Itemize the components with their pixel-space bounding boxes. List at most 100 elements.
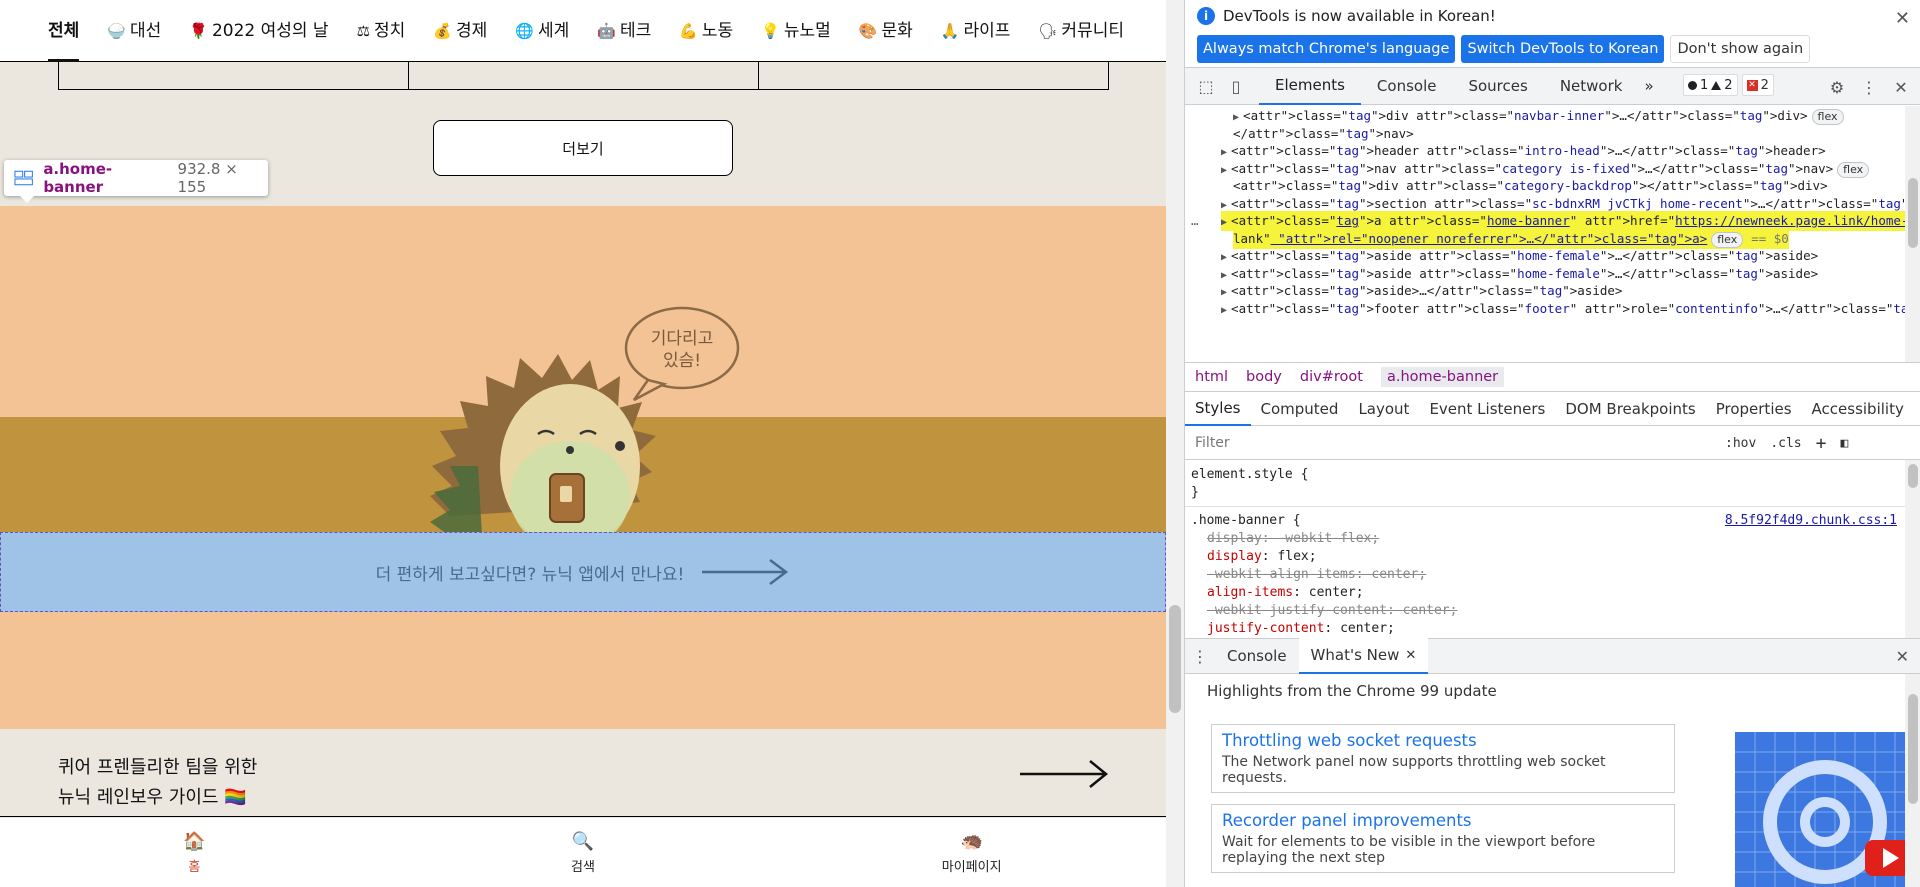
category-tab[interactable]: 💪 노동: [679, 0, 733, 62]
dont-show-again-button[interactable]: Don't show again: [1670, 35, 1811, 63]
tooltip-size: 932.8 × 155: [177, 160, 238, 196]
drawer-menu-icon[interactable]: ⋮: [1185, 647, 1215, 666]
close-tab-icon[interactable]: ✕: [1405, 648, 1416, 663]
category-tab[interactable]: 💰 경제: [433, 0, 487, 62]
expand-triangle-icon[interactable]: ▶: [1221, 305, 1227, 316]
devtools-tab[interactable]: Sources: [1452, 68, 1543, 105]
card-title[interactable]: Recorder panel improvements: [1222, 811, 1664, 830]
elements-subtab[interactable]: Styles: [1185, 392, 1251, 426]
bottom-nav-item[interactable]: 🔍 검색: [389, 818, 778, 887]
drawer-scrollbar[interactable]: [1905, 674, 1920, 887]
expand-triangle-icon[interactable]: ▶: [1221, 200, 1227, 211]
elements-subtab[interactable]: Accessibility: [1802, 392, 1914, 426]
new-rule-button[interactable]: +: [1816, 433, 1827, 454]
category-tab[interactable]: 🌐 세계: [515, 0, 569, 62]
styles-filter-bar: Filter :hov .cls + ◧: [1185, 427, 1920, 460]
hov-toggle[interactable]: :hov: [1725, 436, 1756, 451]
nav-label: 검색: [571, 859, 595, 875]
expand-triangle-icon[interactable]: ▶: [1221, 165, 1227, 176]
css-declaration[interactable]: display: -webkit-flex;: [1207, 530, 1379, 548]
drawer-tabbar: ⋮ Console What's New ✕ ✕: [1185, 638, 1920, 674]
category-tab[interactable]: 🗣 커뮤니티: [1038, 0, 1124, 62]
breadcrumb-item[interactable]: div#root: [1300, 369, 1363, 385]
expand-triangle-icon[interactable]: ▶: [1233, 112, 1239, 123]
devtools-tab[interactable]: Console: [1361, 68, 1453, 105]
more-tabs-button[interactable]: »: [1638, 68, 1659, 105]
dom-scrollbar[interactable]: [1905, 106, 1920, 362]
element-style-rule[interactable]: element.style {: [1191, 466, 1308, 484]
category-tab[interactable]: 🎨 문화: [859, 0, 913, 62]
category-label: 노동: [701, 20, 734, 41]
elements-subtab[interactable]: Event Listeners: [1419, 392, 1555, 426]
drawer-tab[interactable]: Console: [1215, 638, 1299, 674]
css-declaration[interactable]: -webkit-align-items: center;: [1207, 566, 1426, 584]
category-tab[interactable]: 🌹 2022 여성의 날: [189, 0, 328, 62]
rainbow-line-1: 퀴어 프렌들리한 팀을 위한: [58, 757, 258, 778]
elements-subtab[interactable]: Computed: [1251, 392, 1349, 426]
css-declaration[interactable]: -webkit-justify-content: center;: [1207, 602, 1457, 620]
css-declaration[interactable]: display: flex;: [1207, 548, 1317, 566]
banner-cta[interactable]: 더 편하게 보고싶다면? 뉴닉 앱에서 만나요!: [0, 532, 1166, 612]
whats-new-heading: Highlights from the Chrome 99 update: [1207, 682, 1497, 700]
category-tab[interactable]: 전체: [48, 0, 80, 62]
card-title[interactable]: Throttling web socket requests: [1222, 731, 1664, 750]
breadcrumb-item[interactable]: html: [1195, 369, 1228, 385]
flex-badge[interactable]: flex: [1811, 109, 1844, 125]
filter-input[interactable]: Filter: [1195, 435, 1725, 451]
bottom-nav-item[interactable]: 🏠 홈: [0, 818, 389, 887]
category-tab[interactable]: ⚖ 정치: [357, 0, 406, 62]
elements-subtab[interactable]: DOM Breakpoints: [1555, 392, 1705, 426]
breadcrumb-item[interactable]: a.home-banner: [1380, 367, 1505, 387]
node-menu-dots[interactable]: …: [1191, 211, 1199, 231]
css-declaration[interactable]: justify-content: center;: [1207, 620, 1395, 638]
match-language-button[interactable]: Always match Chrome's language: [1197, 35, 1456, 63]
nav-label: 마이페이지: [941, 859, 1002, 875]
category-label: 대선: [129, 20, 162, 41]
device-toolbar-icon[interactable]: ▯: [1221, 71, 1251, 101]
flex-grid-icon: [14, 170, 33, 186]
whats-new-card[interactable]: Throttling web socket requests The Netwo…: [1211, 724, 1675, 793]
error-count-badge[interactable]: ✕ 2: [1741, 74, 1774, 96]
computed-sidebar-icon[interactable]: ◧: [1840, 436, 1848, 451]
close-devtools-icon[interactable]: ✕: [1886, 72, 1916, 102]
expand-triangle-icon[interactable]: ▶: [1221, 270, 1227, 281]
category-label: 테크: [619, 20, 652, 41]
more-button[interactable]: 더보기: [433, 120, 733, 176]
category-tab[interactable]: 🙏 라이프: [941, 0, 1011, 62]
rule-selector[interactable]: .home-banner {: [1191, 512, 1301, 530]
close-icon[interactable]: ✕: [1895, 8, 1910, 29]
switch-korean-button[interactable]: Switch DevTools to Korean: [1461, 35, 1665, 63]
css-declaration[interactable]: align-items: center;: [1207, 584, 1364, 602]
elements-subtab[interactable]: Layout: [1348, 392, 1419, 426]
category-label: 커뮤니티: [1061, 20, 1124, 41]
bottom-nav-item[interactable]: 🦔 마이페이지: [777, 818, 1166, 887]
expand-triangle-icon[interactable]: ▶: [1221, 147, 1227, 158]
app: 전체 🍚 대선 🌹 2022 여성의 날 ⚖ 정치 💰 경제 🌐 세계 🤖 테크 💪 노동 💡 뉴노멀 🎨 문화 🙏 라…: [0, 0, 1920, 887]
inspect-element-icon[interactable]: ⬚: [1191, 71, 1221, 101]
expand-triangle-icon[interactable]: ▶: [1221, 287, 1227, 298]
devtools-tab[interactable]: Elements: [1259, 68, 1361, 105]
nav-icon: 🔍: [571, 830, 595, 852]
page-scrollbar[interactable]: [1166, 0, 1184, 887]
info-count-badge[interactable]: 12: [1683, 74, 1738, 96]
hedgehog-illustration: 기다리고 있슴!: [430, 306, 740, 536]
breadcrumb-item[interactable]: body: [1246, 369, 1282, 385]
whats-new-card[interactable]: Recorder panel improvements Wait for ele…: [1211, 804, 1675, 873]
devtools-tab[interactable]: Network: [1544, 68, 1639, 105]
dom-node[interactable]: ▶ <attr">class="tag">footer attr">class="…: [1221, 299, 1920, 319]
elements-subtab[interactable]: Properties: [1706, 392, 1802, 426]
flex-badge[interactable]: flex: [1837, 161, 1870, 178]
settings-gear-icon[interactable]: ⚙: [1822, 72, 1852, 102]
drawer-tab[interactable]: What's New ✕: [1298, 638, 1429, 674]
category-tab[interactable]: 🍚 대선: [107, 0, 161, 62]
expand-triangle-icon[interactable]: ▶: [1221, 252, 1227, 263]
close-drawer-icon[interactable]: ✕: [1896, 647, 1909, 666]
expand-triangle-icon[interactable]: ▶: [1221, 217, 1227, 228]
home-banner[interactable]: 기다리고 있슴! 더 편하게 보고싶다면? 뉴닉 앱에서 만나요!: [0, 206, 1166, 729]
stylesheet-link[interactable]: 8.5f92f4d9.chunk.css:1: [1725, 512, 1897, 530]
category-tab[interactable]: 🤖 테크: [597, 0, 651, 62]
more-menu-icon[interactable]: ⋮: [1854, 72, 1884, 102]
rainbow-guide-link[interactable]: 퀴어 프렌들리한 팀을 위한 뉴닉 레인보우 가이드 🏳️‍🌈: [0, 729, 1166, 817]
category-tab[interactable]: 💡 뉴노멀: [761, 0, 831, 62]
cls-toggle[interactable]: .cls: [1770, 436, 1801, 451]
